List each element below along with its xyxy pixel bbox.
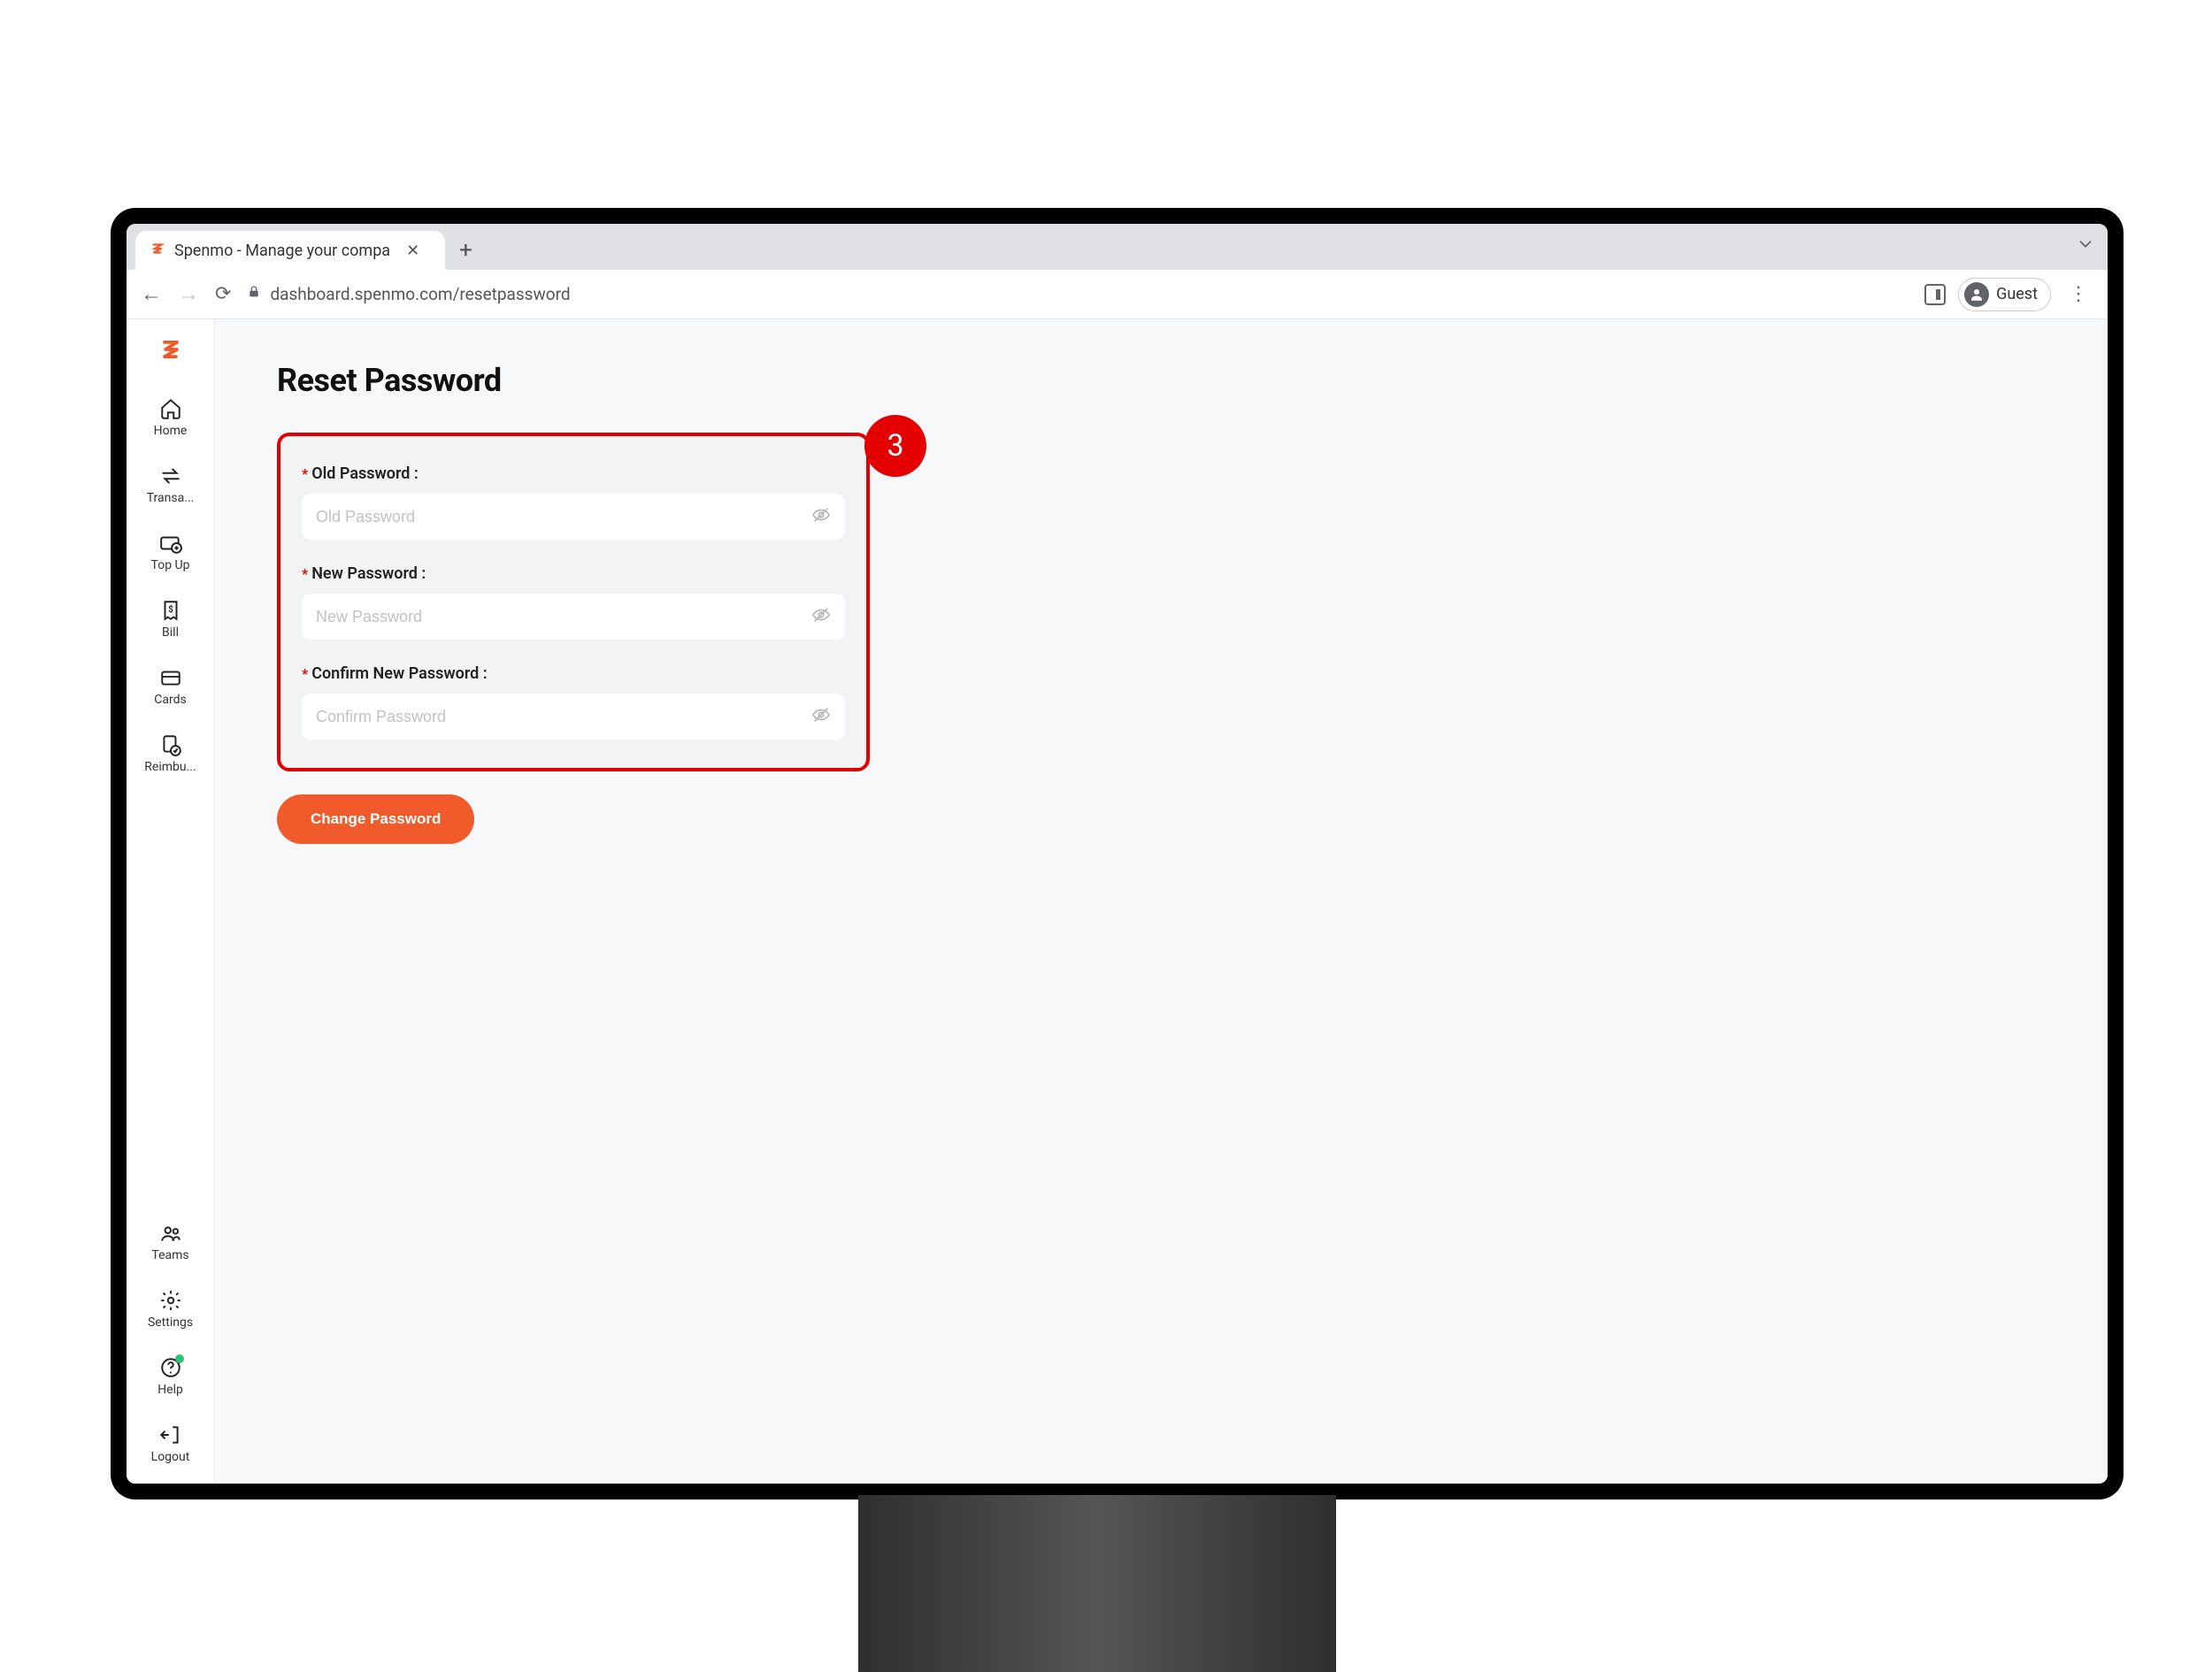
window-expand-icon[interactable] — [2076, 234, 2095, 257]
back-button[interactable]: ← — [141, 281, 162, 307]
main-content: Reset Password * Old Password : — [215, 319, 2108, 1484]
step-annotation-badge: 3 — [864, 415, 926, 477]
profile-label: Guest — [1996, 285, 2038, 303]
sidebar-item-label: Reimbu... — [144, 760, 196, 774]
panel-toggle-icon[interactable] — [1924, 284, 1946, 305]
field-label: * Old Password : — [302, 464, 845, 483]
required-asterisk: * — [302, 465, 308, 482]
annotation-number: 3 — [887, 428, 903, 464]
sidebar-item-reimbursements[interactable]: Reimbu... — [127, 730, 214, 778]
new-password-input[interactable] — [316, 608, 811, 626]
avatar-icon — [1964, 282, 1989, 307]
url-text: dashboard.spenmo.com/resetpassword — [270, 284, 570, 304]
browser-menu-button[interactable]: ⋮ — [2063, 283, 2093, 305]
transfer-icon — [159, 464, 182, 487]
change-password-button[interactable]: Change Password — [277, 794, 474, 844]
sidebar-item-label: Settings — [148, 1315, 193, 1330]
sidebar-item-label: Help — [157, 1383, 183, 1397]
forward-button[interactable]: → — [178, 281, 199, 307]
topup-icon — [159, 532, 182, 555]
field-label: * New Password : — [302, 564, 845, 583]
browser-address-bar: ← → ⟳ dashboard.spenmo.com/resetpassword… — [127, 270, 2108, 319]
lock-icon — [247, 285, 261, 303]
confirm-password-input[interactable] — [316, 708, 811, 726]
monitor-stand — [858, 1495, 1336, 1672]
close-tab-icon[interactable]: ✕ — [406, 242, 419, 260]
app-root: Home Transa... Top Up — [127, 319, 2108, 1484]
profile-chip[interactable]: Guest — [1958, 278, 2051, 311]
sidebar: Home Transa... Top Up — [127, 319, 215, 1484]
toggle-visibility-icon[interactable] — [811, 505, 831, 529]
sidebar-item-label: Home — [154, 424, 188, 438]
logout-icon — [159, 1423, 182, 1446]
sidebar-item-label: Top Up — [151, 558, 190, 572]
sidebar-item-label: Cards — [154, 693, 186, 707]
sidebar-item-cards[interactable]: Cards — [127, 663, 214, 710]
reset-password-form: * Old Password : * Ne — [277, 433, 870, 771]
sidebar-item-logout[interactable]: Logout — [127, 1420, 214, 1468]
confirm-password-label: Confirm New Password : — [311, 664, 487, 683]
toggle-visibility-icon[interactable] — [811, 705, 831, 729]
sidebar-item-label: Logout — [151, 1450, 190, 1464]
field-label: * Confirm New Password : — [302, 664, 845, 683]
sidebar-item-label: Bill — [162, 625, 179, 640]
gear-icon — [159, 1289, 182, 1312]
sidebar-item-label: Transa... — [147, 491, 195, 505]
browser-tab-strip: Spenmo - Manage your compa ✕ + — [127, 224, 2108, 270]
old-password-label: Old Password : — [311, 464, 419, 483]
sidebar-item-bill[interactable]: $ Bill — [127, 595, 214, 643]
sidebar-item-transactions[interactable]: Transa... — [127, 461, 214, 509]
new-password-field: * New Password : — [302, 564, 845, 640]
sidebar-item-teams[interactable]: Teams — [127, 1218, 214, 1266]
old-password-input[interactable] — [316, 508, 811, 526]
sidebar-item-topup[interactable]: Top Up — [127, 528, 214, 576]
sidebar-item-home[interactable]: Home — [127, 394, 214, 441]
svg-text:$: $ — [168, 605, 173, 615]
bill-icon: $ — [159, 599, 182, 622]
screen: Spenmo - Manage your compa ✕ + ← → ⟳ das… — [127, 224, 2108, 1484]
app-logo-icon[interactable] — [158, 335, 183, 369]
tab-title: Spenmo - Manage your compa — [174, 242, 390, 260]
sidebar-item-label: Teams — [151, 1248, 188, 1262]
new-password-label: New Password : — [311, 564, 426, 583]
notification-dot-icon — [175, 1354, 184, 1363]
home-icon — [159, 397, 182, 420]
reload-button[interactable]: ⟳ — [215, 283, 231, 305]
spenmo-favicon-icon — [150, 240, 165, 261]
sidebar-item-settings[interactable]: Settings — [127, 1285, 214, 1333]
new-tab-button[interactable]: + — [445, 231, 487, 270]
required-asterisk: * — [302, 665, 308, 682]
card-icon — [159, 666, 182, 689]
sidebar-item-help[interactable]: Help — [127, 1353, 214, 1400]
url-bar[interactable]: dashboard.spenmo.com/resetpassword — [247, 284, 1909, 304]
confirm-password-field: * Confirm New Password : — [302, 664, 845, 740]
monitor-frame: Spenmo - Manage your compa ✕ + ← → ⟳ das… — [111, 208, 2124, 1499]
help-icon — [159, 1356, 182, 1379]
toggle-visibility-icon[interactable] — [811, 605, 831, 629]
reimbursement-icon — [159, 733, 182, 756]
page-title: Reset Password — [277, 362, 2046, 399]
required-asterisk: * — [302, 565, 308, 582]
teams-icon — [159, 1222, 182, 1245]
old-password-field: * Old Password : — [302, 464, 845, 540]
browser-tab[interactable]: Spenmo - Manage your compa ✕ — [135, 231, 445, 270]
